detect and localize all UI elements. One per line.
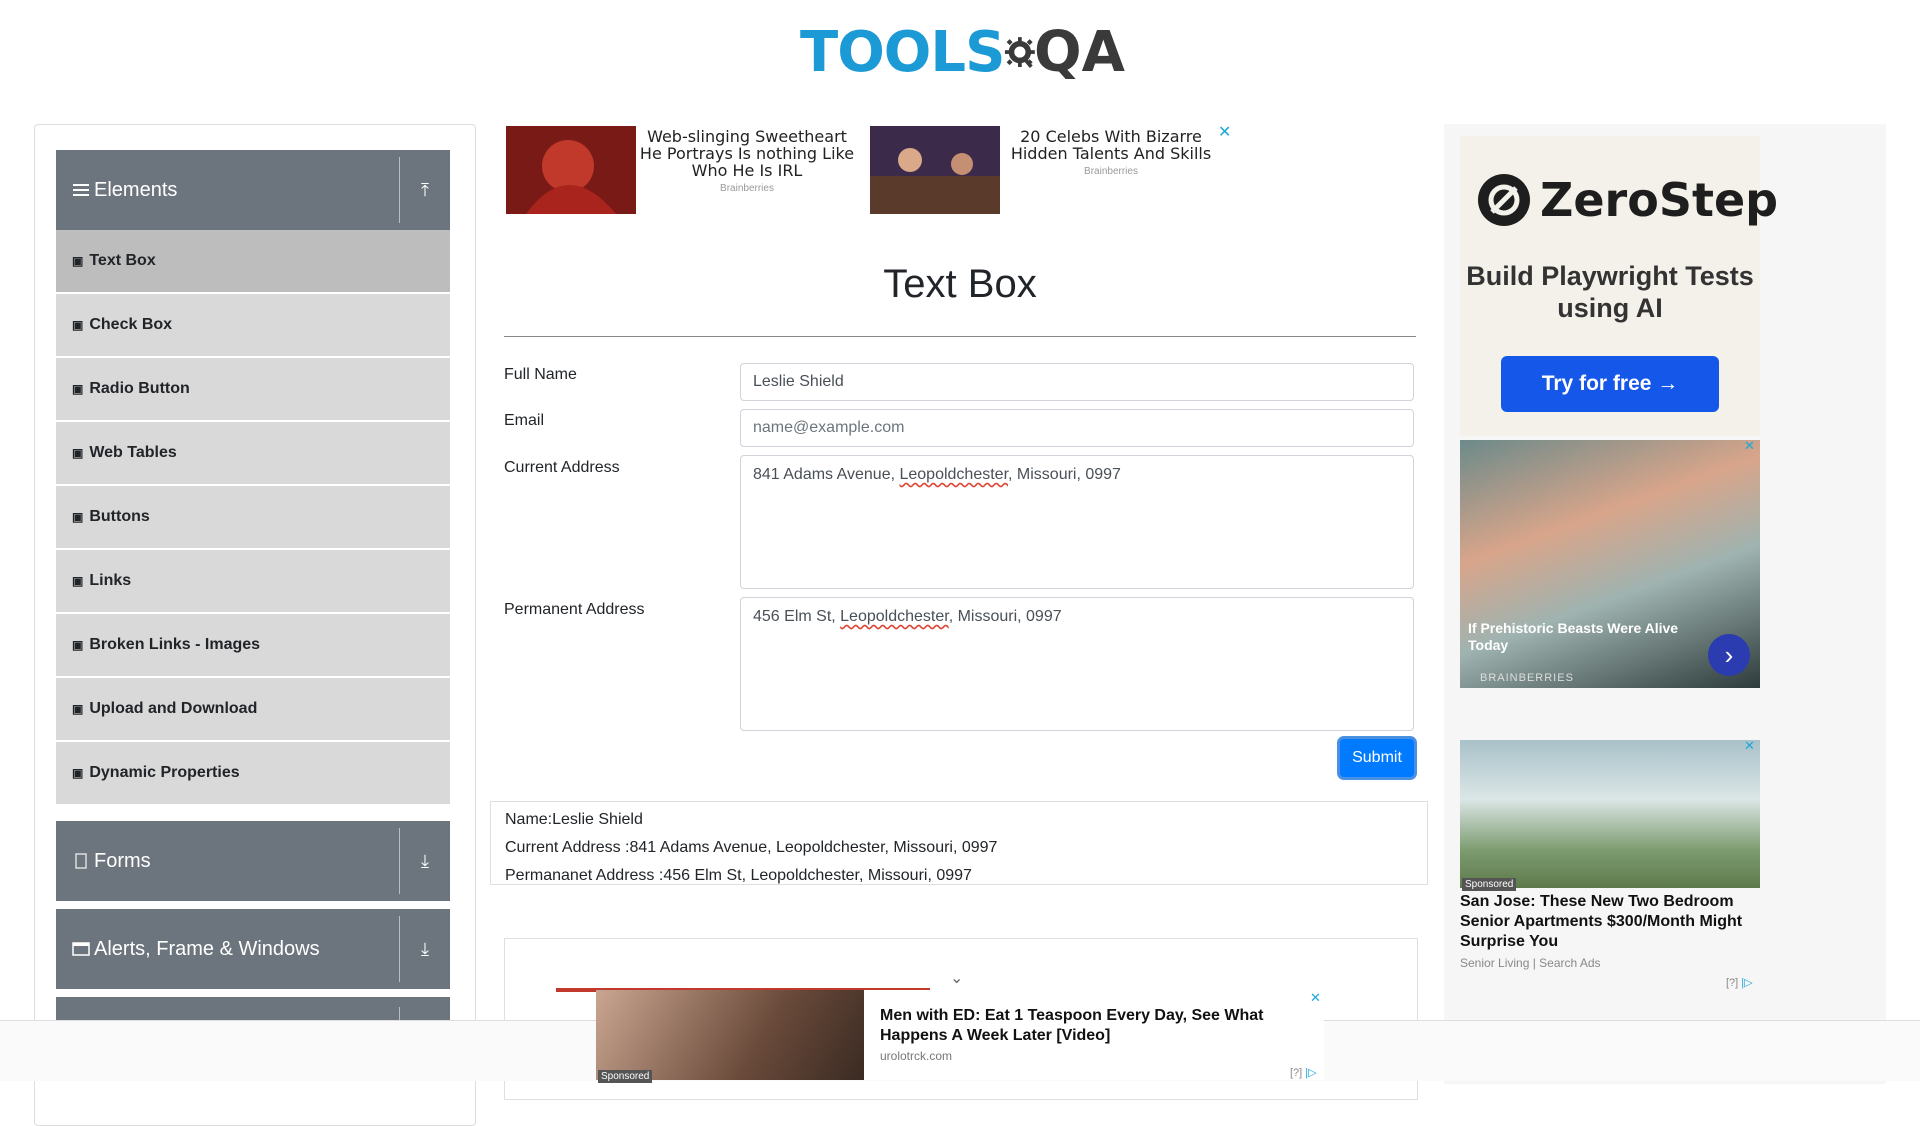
sidebar-group-forms[interactable]: Forms ⤓ (56, 821, 450, 901)
ad-info-icon[interactable]: [?] |▷ (1290, 1066, 1317, 1079)
chevron-down-icon[interactable]: ⌄ (950, 968, 963, 988)
window-icon (72, 940, 90, 958)
sidebar-group-title: Alerts, Frame & Windows (94, 937, 320, 960)
collapse-arrow-icon[interactable]: ⤒ (400, 180, 450, 201)
html-icon: ▣ (72, 574, 84, 588)
divider (504, 336, 1416, 337)
output-current-address: Current Address :841 Adams Avenue, Leopo… (505, 839, 998, 856)
divider (399, 916, 400, 982)
sidebar-group-elements[interactable]: Elements ⤒ (56, 150, 450, 230)
form-icon (72, 852, 90, 870)
permanent-address-label: Permanent Address (504, 601, 645, 618)
ad-thumb-2[interactable] (870, 126, 1000, 219)
ad-thumb-1[interactable] (506, 126, 636, 219)
ad-caption: 20 Celebs With Bizarre Hidden Talents An… (1010, 127, 1212, 163)
divider (399, 157, 400, 223)
toolsqa-logo[interactable]: TOOLS QA (800, 14, 1125, 92)
html-icon: ▣ (72, 510, 84, 524)
sidebar-group-alerts[interactable]: Alerts, Frame & Windows ⤓ (56, 909, 450, 989)
email-input[interactable]: name@example.com (740, 409, 1414, 447)
current-address-textarea[interactable]: 841 Adams Avenue, Leopoldchester, Missou… (740, 455, 1414, 589)
full-name-input[interactable]: Leslie Shield (740, 363, 1414, 401)
sidebar-item-label: Text Box (89, 252, 156, 269)
ad-close-icon[interactable]: ✕ (1310, 990, 1321, 1006)
ad-headline[interactable]: San Jose: These New Two Bedroom Senior A… (1460, 892, 1760, 952)
html-icon: ▣ (72, 766, 84, 780)
sidebar-item-buttons[interactable]: ▣ Buttons (56, 486, 450, 548)
sidebar-item-dynamic-properties[interactable]: ▣ Dynamic Properties (56, 742, 450, 804)
expand-arrow-icon[interactable]: ⤓ (400, 939, 450, 960)
sidebar-item-label: Links (89, 572, 132, 589)
ad-source: Senior Living | Search Ads (1460, 956, 1601, 970)
sponsored-badge: Sponsored (598, 1066, 653, 1084)
sidebar-item-links[interactable]: ▣ Links (56, 550, 450, 612)
try-free-button[interactable]: Try for free → (1501, 356, 1719, 412)
html-icon: ▣ (72, 254, 84, 268)
sidebar-item-label: Buttons (89, 508, 150, 525)
html-icon: ▣ (72, 446, 84, 460)
sidebar-item-check-box[interactable]: ▣ Check Box (56, 294, 450, 356)
output-panel: Name:Leslie Shield Current Address :841 … (490, 801, 1428, 885)
html-icon: ▣ (72, 702, 84, 716)
html-icon: ▣ (72, 318, 84, 332)
ad-source: Brainberries (720, 183, 774, 194)
sidebar-item-label: Broken Links - Images (89, 636, 261, 653)
ad-info-icon[interactable]: [?] |▷ (1726, 976, 1753, 989)
output-permanent-address: Permananet Address :456 Elm St, Leopoldc… (505, 867, 972, 884)
email-label: Email (504, 412, 545, 429)
logo-tools-text: TOOLS (800, 20, 1005, 85)
sidebar-group-title: Forms (94, 849, 151, 872)
page-title: Text Box (883, 262, 1037, 306)
zerostep-logo: ZeroStep (1476, 172, 1778, 228)
sidebar-item-label: Upload and Download (89, 700, 258, 717)
sidebar-item-label: Dynamic Properties (89, 764, 240, 781)
submit-button[interactable]: Submit (1340, 739, 1414, 777)
ad-source: urolotrck.com (880, 1049, 953, 1063)
expand-arrow-icon[interactable]: ⤓ (400, 851, 450, 872)
sidebar-group-title: Elements (94, 178, 178, 201)
html-icon: ▣ (72, 382, 84, 396)
chevron-right-icon[interactable]: › (1708, 634, 1750, 676)
zerostep-icon (1478, 174, 1530, 226)
house-ad-image[interactable] (1460, 740, 1760, 888)
sidebar-item-label: Check Box (89, 316, 173, 333)
logo-qa-text: QA (1034, 20, 1125, 85)
ad-source: BRAINBERRIES (1480, 672, 1574, 684)
ad-image (870, 126, 1000, 214)
ad-caption: Web-slinging Sweetheart He Portrays Is n… (639, 127, 855, 180)
ad-caption: If Prehistoric Beasts Were Alive Today (1468, 620, 1679, 653)
ad-source: Brainberries (1084, 166, 1138, 177)
permanent-address-textarea[interactable]: 456 Elm St, Leopoldchester, Missouri, 09… (740, 597, 1414, 731)
hamburger-icon (72, 181, 90, 199)
full-name-label: Full Name (504, 366, 577, 383)
ad-close-icon[interactable]: ✕ (1744, 438, 1755, 454)
ad-close-icon[interactable]: ✕ (1218, 122, 1231, 142)
current-address-label: Current Address (504, 459, 620, 476)
divider (399, 828, 400, 894)
sidebar-item-web-tables[interactable]: ▣ Web Tables (56, 422, 450, 484)
gear-logo-icon (1005, 37, 1036, 69)
html-icon: ▣ (72, 638, 84, 652)
ad-text-1[interactable]: Web-slinging Sweetheart He Portrays Is n… (636, 128, 858, 194)
ad-close-icon[interactable]: ✕ (1744, 738, 1755, 754)
sidebar-item-label: Radio Button (89, 380, 190, 397)
ad-headline[interactable]: Men with ED: Eat 1 Teaspoon Every Day, S… (880, 1006, 1300, 1046)
sidebar-item-radio-button[interactable]: ▣ Radio Button (56, 358, 450, 420)
sponsored-badge: Sponsored (1462, 874, 1517, 892)
zerostep-tagline: Build Playwright Tests using AI (1466, 261, 1754, 323)
ad-text-2[interactable]: 20 Celebs With Bizarre Hidden Talents An… (1008, 128, 1214, 177)
sidebar-item-text-box[interactable]: ▣ Text Box (56, 230, 450, 292)
sidebar-item-upload-download[interactable]: ▣ Upload and Download (56, 678, 450, 740)
sidebar-item-label: Web Tables (89, 444, 177, 461)
sidebar-item-broken-links[interactable]: ▣ Broken Links - Images (56, 614, 450, 676)
ad-image (506, 126, 636, 214)
output-name: Name:Leslie Shield (505, 811, 643, 828)
